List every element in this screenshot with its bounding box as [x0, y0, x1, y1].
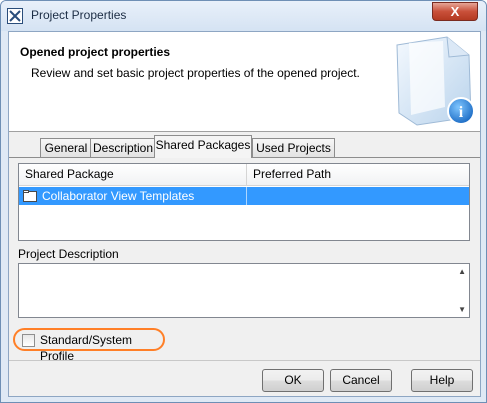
project-description-field[interactable]: ▲ ▼ [18, 263, 470, 318]
close-button[interactable]: X [432, 2, 478, 21]
svg-text:i: i [459, 104, 464, 121]
cell-divider [246, 187, 247, 205]
header-title: Opened project properties [20, 45, 171, 59]
tab-label: Used Projects [256, 141, 331, 155]
title-bar[interactable]: Project Properties X [1, 1, 486, 31]
column-header-preferred-path[interactable]: Preferred Path [247, 164, 469, 186]
standard-profile-checkbox[interactable] [22, 334, 35, 347]
footer-divider [9, 360, 480, 361]
dialog-header: Opened project properties Review and set… [9, 32, 480, 132]
table-header: Shared Package Preferred Path [19, 164, 469, 186]
cancel-button[interactable]: Cancel [330, 369, 392, 392]
shared-package-name: Collaborator View Templates [42, 189, 195, 203]
tab-label: General [44, 141, 88, 155]
help-button[interactable]: Help [411, 369, 473, 392]
ok-button[interactable]: OK [262, 369, 324, 392]
shared-packages-table[interactable]: Shared Package Preferred Path Collaborat… [18, 163, 470, 241]
tab-used-projects[interactable]: Used Projects [252, 138, 335, 158]
tab-description[interactable]: Description [90, 138, 156, 158]
standard-profile-option: Standard/System Profile [13, 328, 165, 363]
project-description-label: Project Description [18, 247, 119, 261]
tab-bar: General Description Shared Packages Used… [9, 134, 480, 158]
app-icon [7, 8, 23, 24]
tab-label: Description [92, 141, 154, 155]
table-row[interactable]: Collaborator View Templates [19, 187, 469, 205]
project-properties-dialog: Project Properties X Opened project prop… [0, 0, 487, 403]
window-title: Project Properties [31, 8, 127, 22]
column-header-shared-package[interactable]: Shared Package [19, 164, 246, 186]
scroll-up-arrow-icon[interactable]: ▲ [458, 267, 466, 276]
tab-shared-packages[interactable]: Shared Packages [154, 135, 252, 158]
description-scrollbar[interactable]: ▲ ▼ [454, 264, 469, 317]
tab-general[interactable]: General [40, 138, 92, 158]
folder-icon [23, 190, 37, 202]
document-info-icon: i [396, 36, 475, 126]
header-subtitle: Review and set basic project properties … [31, 66, 360, 80]
tab-label: Shared Packages [155, 138, 251, 152]
dialog-body: Opened project properties Review and set… [8, 31, 481, 397]
close-icon: X [450, 4, 460, 19]
scroll-down-arrow-icon[interactable]: ▼ [458, 305, 466, 314]
